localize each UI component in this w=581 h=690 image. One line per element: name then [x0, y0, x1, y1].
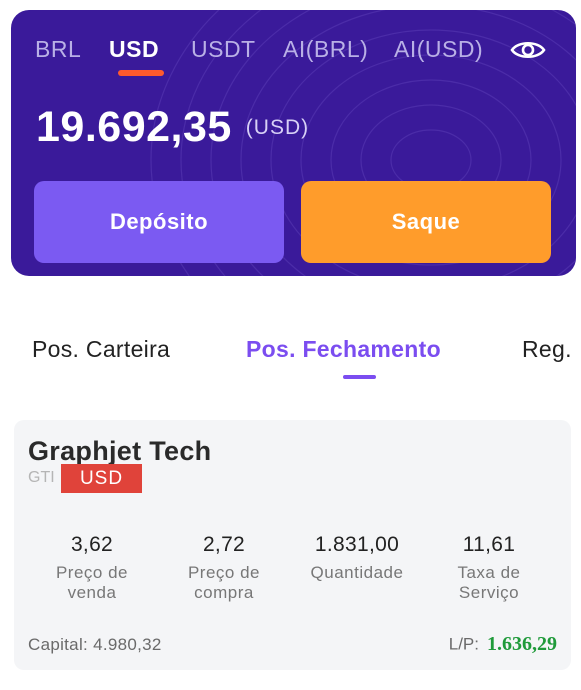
- stat-label: Serviço: [458, 583, 520, 602]
- pl-label: L/P:: [448, 634, 479, 654]
- stat-label: compra: [194, 583, 254, 602]
- currency-badge: USD: [61, 464, 142, 493]
- currency-tab-usd[interactable]: USD: [109, 36, 159, 62]
- stock-name: Graphjet Tech: [28, 436, 212, 466]
- balance: 19.692,35 (USD): [36, 103, 309, 163]
- balance-value: 19.692,35: [36, 103, 232, 151]
- stat-label: venda: [67, 583, 117, 602]
- deposit-button[interactable]: Depósito: [34, 181, 284, 263]
- stat-value: 2,72: [202, 533, 246, 556]
- withdraw-button[interactable]: Saque: [301, 181, 551, 263]
- capital: Capital: 4.980,32: [28, 635, 162, 655]
- stat-sell-price: 3,62 Preço de venda: [32, 533, 152, 603]
- closed-position-card[interactable]: Graphjet Tech GTI USD 3,62 Preço de vend…: [14, 420, 571, 670]
- position-tab-indicator: [343, 375, 376, 379]
- currency-tabs: BRL USD USDT AI(BRL) AI(USD): [11, 10, 576, 90]
- pl-value: 1.636,29: [487, 633, 557, 655]
- currency-tab-indicator: [118, 70, 164, 76]
- stat-label: Taxa de: [457, 563, 521, 582]
- capital-label: Capital:: [28, 635, 89, 654]
- stat-label: Preço de: [55, 563, 129, 582]
- stat-label: Quantidade: [310, 563, 404, 582]
- stat-service-fee: 11,61 Taxa de Serviço: [429, 533, 549, 603]
- currency-tab-usdt[interactable]: USDT: [191, 36, 256, 62]
- stat-buy-price: 2,72 Preço de compra: [164, 533, 284, 603]
- position-tabs: Pos. Carteira Pos. Fechamento Reg.: [0, 330, 581, 380]
- account-card: BRL USD USDT AI(BRL) AI(USD) 19.692,35 (U…: [11, 10, 576, 276]
- eye-icon[interactable]: [510, 38, 546, 62]
- stat-value: 1.831,00: [314, 533, 400, 556]
- currency-tab-ai-usd[interactable]: AI(USD): [394, 36, 483, 62]
- stock-code: GTI: [28, 469, 55, 486]
- stat-quantity: 1.831,00 Quantidade: [297, 533, 417, 583]
- currency-tab-ai-brl[interactable]: AI(BRL): [283, 36, 368, 62]
- stat-label: Preço de: [187, 563, 261, 582]
- stat-value: 3,62: [70, 533, 114, 556]
- balance-unit: (USD): [245, 115, 310, 139]
- tab-pos-carteira[interactable]: Pos. Carteira: [32, 336, 170, 363]
- profit-loss: L/P: 1.636,29: [449, 633, 557, 656]
- tab-pos-fechamento[interactable]: Pos. Fechamento: [246, 336, 441, 363]
- capital-value: 4.980,32: [93, 635, 162, 654]
- tab-reg[interactable]: Reg.: [522, 336, 572, 363]
- currency-tab-brl[interactable]: BRL: [35, 36, 81, 62]
- stat-value: 11,61: [462, 533, 516, 556]
